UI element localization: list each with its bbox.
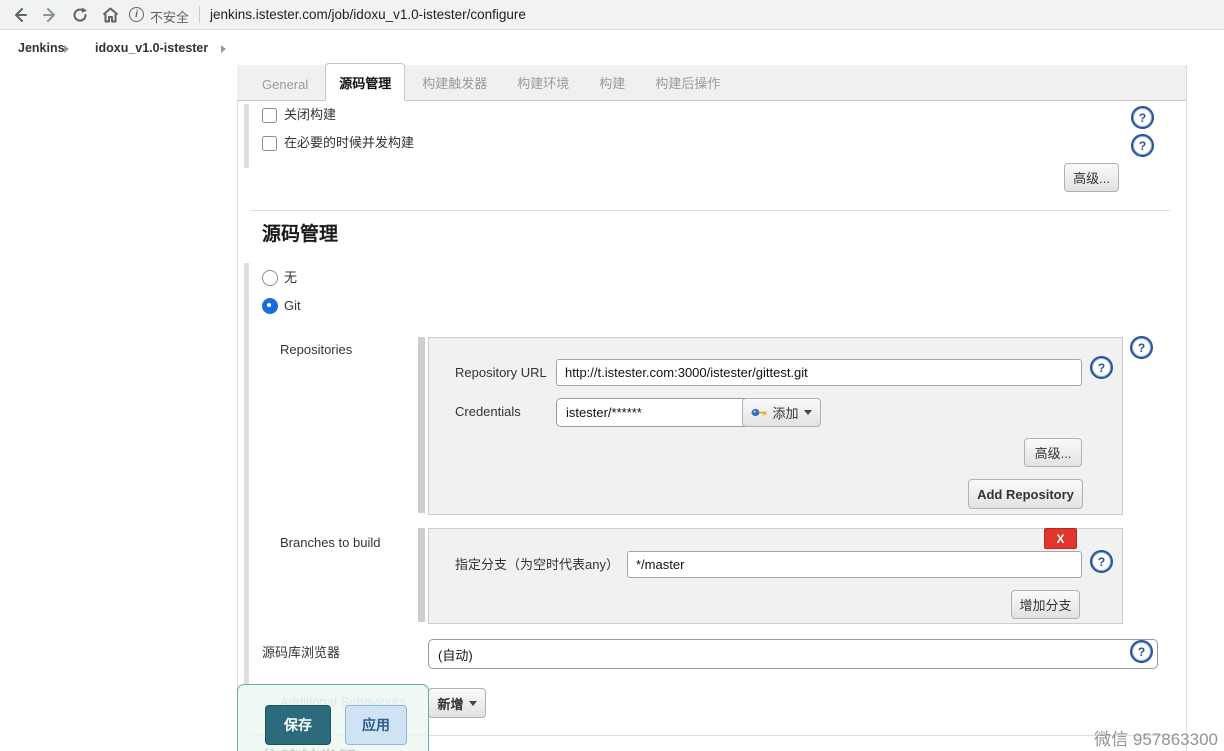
help-icon[interactable]: ? (1131, 134, 1154, 157)
credentials-value: istester/****** (566, 405, 642, 420)
repositories-label: Repositories (280, 342, 352, 358)
help-icon[interactable]: ? (1090, 356, 1113, 379)
omnibox-divider (199, 6, 200, 23)
credentials-select[interactable]: istester/****** (556, 398, 769, 427)
chevron-down-icon (469, 701, 477, 706)
scm-git-label[interactable]: Git (284, 298, 301, 314)
content-right-border (1186, 65, 1187, 751)
address-bar-url[interactable]: jenkins.istester.com/job/idoxu_v1.0-iste… (210, 7, 526, 22)
delete-branch-button[interactable]: X (1044, 528, 1077, 549)
repository-chunk-handle (418, 337, 425, 513)
add-behaviour-button[interactable]: 新增 (428, 688, 486, 718)
site-info-icon[interactable]: i (129, 7, 144, 22)
branch-chunk-handle (418, 528, 425, 622)
branches-to-build-label: Branches to build (280, 535, 380, 551)
help-icon[interactable]: ? (1130, 336, 1153, 359)
add-credentials-button[interactable]: 添加 (742, 398, 821, 427)
help-icon[interactable]: ? (1090, 550, 1113, 573)
help-icon[interactable]: ? (1130, 640, 1153, 663)
repository-advanced-button[interactable]: 高级... (1024, 438, 1082, 467)
section-divider (250, 210, 1170, 211)
tab-build-environment[interactable]: 构建环境 (504, 64, 582, 100)
scm-group-indent (244, 263, 249, 684)
help-icon[interactable]: ? (1131, 106, 1154, 129)
repo-browser-label: 源码库浏览器 (262, 645, 340, 661)
breadcrumb-jenkins[interactable]: Jenkins (18, 41, 65, 55)
tab-post-build-actions[interactable]: 构建后操作 (642, 64, 733, 100)
apply-button[interactable]: 应用 (345, 705, 407, 745)
branch-spec-label: 指定分支（为空时代表any） (455, 557, 619, 573)
disable-build-label[interactable]: 关闭构建 (284, 107, 336, 123)
tab-general[interactable]: General (249, 68, 321, 100)
breadcrumb: Jenkins idoxu_v1.0-istester (0, 30, 1224, 64)
refresh-icon[interactable] (68, 3, 92, 27)
key-icon (751, 407, 767, 418)
tab-build-triggers[interactable]: 构建触发器 (409, 64, 500, 100)
scm-none-label[interactable]: 无 (284, 270, 297, 286)
forward-icon[interactable] (38, 3, 62, 27)
repo-browser-value: (自动) (438, 645, 473, 664)
disable-build-checkbox[interactable] (262, 108, 277, 123)
branch-spec-input[interactable] (627, 551, 1082, 578)
content-left-border (237, 101, 238, 751)
breadcrumb-separator-icon (221, 45, 226, 53)
credentials-label: Credentials (455, 404, 521, 420)
save-button[interactable]: 保存 (265, 705, 331, 745)
breadcrumb-separator-icon (64, 45, 69, 53)
security-label[interactable]: 不安全 (150, 7, 189, 26)
repo-browser-select[interactable]: (自动) (428, 639, 1158, 669)
home-icon[interactable] (98, 3, 122, 27)
browser-toolbar: i 不安全 jenkins.istester.com/job/idoxu_v1.… (0, 0, 1224, 30)
add-branch-button[interactable]: 增加分支 (1011, 590, 1080, 619)
scm-none-radio[interactable] (262, 270, 278, 286)
concurrent-build-checkbox[interactable] (262, 136, 277, 151)
jenkins-configure-page: i 不安全 jenkins.istester.com/job/idoxu_v1.… (0, 0, 1224, 751)
general-advanced-button[interactable]: 高级... (1064, 163, 1119, 192)
config-tab-bar: General 源码管理 构建触发器 构建环境 构建 构建后操作 (237, 65, 1186, 101)
tab-source-code-management[interactable]: 源码管理 (325, 63, 405, 101)
repository-url-label: Repository URL (455, 365, 547, 381)
watermark: 微信 957863300 (1094, 725, 1218, 750)
add-behaviour-label: 新增 (437, 694, 463, 713)
repository-url-input[interactable] (556, 359, 1082, 386)
add-repository-button[interactable]: Add Repository (968, 479, 1083, 509)
add-credentials-label: 添加 (772, 403, 798, 422)
chevron-down-icon (804, 410, 812, 415)
tab-build[interactable]: 构建 (586, 64, 638, 100)
breadcrumb-job[interactable]: idoxu_v1.0-istester (95, 41, 208, 55)
back-icon[interactable] (8, 3, 32, 27)
scm-section-title: 源码管理 (262, 219, 338, 246)
option-group-indent (244, 104, 249, 168)
concurrent-build-label[interactable]: 在必要的时候并发构建 (284, 135, 414, 151)
scm-git-radio[interactable] (262, 298, 278, 314)
